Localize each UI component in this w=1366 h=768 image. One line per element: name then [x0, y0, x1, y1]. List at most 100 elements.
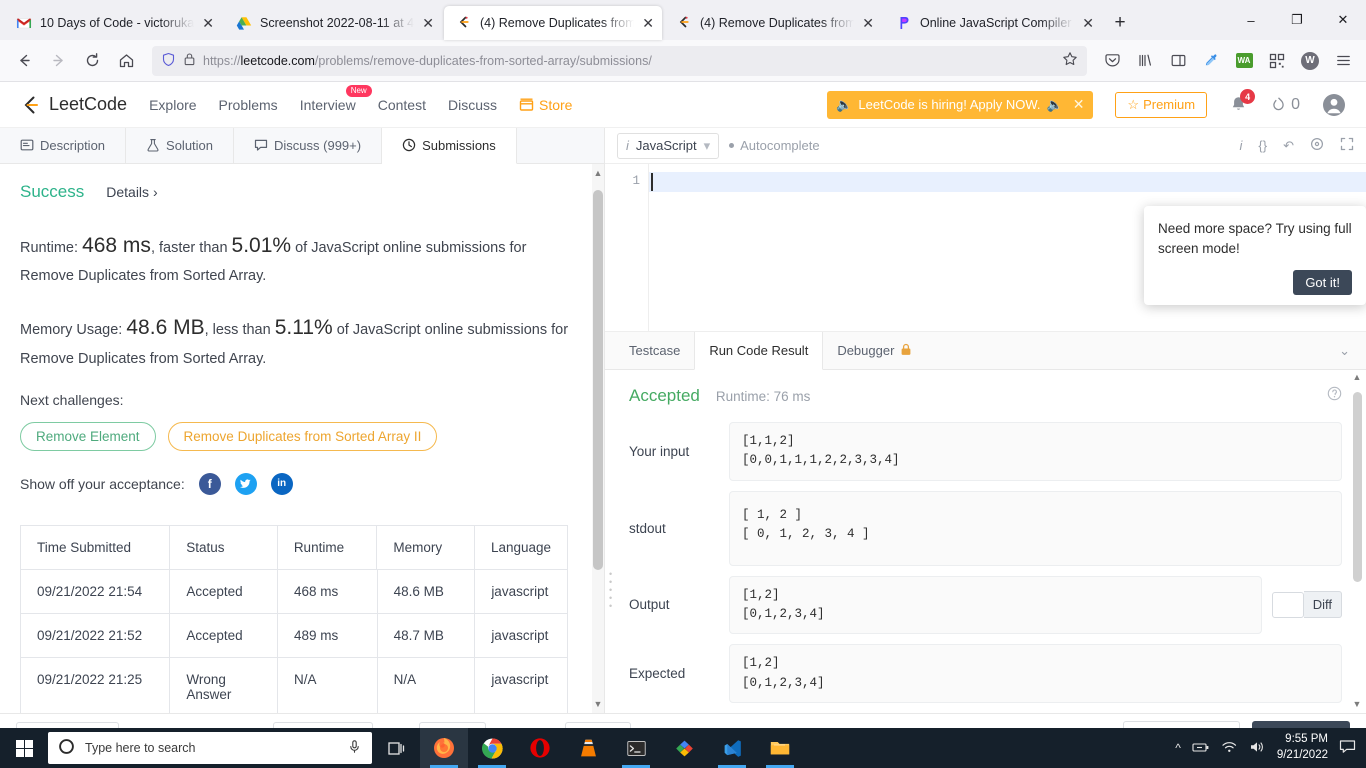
tab-close-icon[interactable]: ✕	[1082, 16, 1094, 30]
eyedropper-icon[interactable]	[1196, 46, 1226, 76]
task-view-icon[interactable]	[372, 728, 420, 768]
tab-close-icon[interactable]: ✕	[202, 16, 214, 30]
tab-close-icon[interactable]: ✕	[422, 16, 434, 30]
photos-icon[interactable]	[660, 728, 708, 768]
panel-resize-handle[interactable]: • • • • •	[609, 570, 612, 611]
nav-item-explore[interactable]: Explore	[149, 97, 196, 113]
window-close-button[interactable]: ✕	[1320, 0, 1366, 40]
battery-icon[interactable]	[1192, 740, 1210, 757]
autocomplete-toggle[interactable]: Autocomplete	[729, 138, 820, 153]
address-bar[interactable]: https://leetcode.com/problems/remove-dup…	[152, 45, 1087, 76]
home-button[interactable]	[110, 45, 142, 77]
tab-solution[interactable]: Solution	[126, 128, 235, 163]
vlc-icon[interactable]	[564, 728, 612, 768]
cell-status[interactable]: Accepted	[170, 569, 278, 613]
taskbar-clock[interactable]: 9:55 PM 9/21/2022	[1277, 732, 1328, 763]
diff-toggle-switch[interactable]	[1271, 591, 1304, 618]
tab-close-icon[interactable]: ✕	[642, 16, 654, 30]
pocket-icon[interactable]	[1097, 46, 1127, 76]
forward-button[interactable]	[42, 45, 74, 77]
premium-button[interactable]: ☆ Premium	[1115, 91, 1208, 118]
left-scrollbar-thumb[interactable]	[593, 189, 603, 570]
tab-discuss[interactable]: Discuss (999+)	[234, 128, 383, 163]
tab-description[interactable]: Description	[0, 128, 127, 163]
browser-tab[interactable]: Screenshot 2022-08-11 at 4.02.49 ✕	[224, 6, 442, 40]
chrome-icon[interactable]	[468, 728, 516, 768]
collapse-panel-button[interactable]: ⌄	[1323, 332, 1366, 369]
taskbar-search-input[interactable]: Type here to search	[48, 732, 372, 764]
reload-button[interactable]	[76, 45, 108, 77]
challenge-chip-remove-duplicates-ii[interactable]: Remove Duplicates from Sorted Array II	[167, 421, 438, 451]
browser-tab[interactable]: 10 Days of Code - victorukay@g ✕	[4, 6, 222, 40]
got-it-button[interactable]: Got it!	[1293, 270, 1352, 296]
firefox-icon[interactable]	[420, 728, 468, 768]
show-hidden-icon[interactable]: ^	[1175, 741, 1181, 755]
left-scrollbar[interactable]: ▲ ▼	[592, 163, 604, 713]
tab-close-icon[interactable]: ✕	[862, 16, 874, 30]
table-row[interactable]: 09/21/2022 21:25 Wrong Answer N/A N/A ja…	[21, 657, 567, 713]
windows-start-icon[interactable]	[0, 728, 48, 768]
settings-icon[interactable]	[1310, 137, 1324, 154]
banner-close-icon[interactable]: ✕	[1073, 96, 1085, 113]
cell-status[interactable]: Accepted	[170, 613, 278, 657]
code-editor[interactable]: 1 Need more space? Try using full screen…	[605, 164, 1366, 332]
scroll-up-arrow[interactable]: ▲	[593, 168, 603, 178]
challenge-chip-remove-element[interactable]: Remove Element	[20, 421, 156, 451]
tab-submissions[interactable]: Submissions	[382, 128, 517, 164]
hamburger-menu-icon[interactable]	[1328, 46, 1358, 76]
bookmark-star-icon[interactable]	[1062, 51, 1078, 70]
opera-icon[interactable]	[516, 728, 564, 768]
nav-item-discuss[interactable]: Discuss	[448, 97, 497, 113]
tab-debugger[interactable]: Debugger	[823, 332, 926, 369]
info-icon[interactable]: i	[1240, 138, 1243, 153]
sidebar-icon[interactable]	[1163, 46, 1193, 76]
linkedin-icon[interactable]: in	[270, 472, 293, 495]
nav-item-contest[interactable]: Contest	[378, 97, 426, 113]
notifications-button[interactable]: 4	[1229, 89, 1256, 114]
nav-item-interview[interactable]: Interview New	[300, 84, 372, 113]
browser-tab[interactable]: Online JavaScript Compiler (Edit ✕	[884, 6, 1102, 40]
notification-icon[interactable]	[1339, 739, 1356, 757]
wappalyzer-icon[interactable]: WA	[1229, 46, 1259, 76]
result-scrollbar[interactable]: ▲ ▼	[1353, 370, 1364, 713]
microphone-icon[interactable]	[347, 739, 362, 757]
hiring-banner[interactable]: 🔈 LeetCode is hiring! Apply NOW. 🔈 ✕	[827, 90, 1094, 119]
wifi-icon[interactable]	[1221, 740, 1238, 757]
nav-item-problems[interactable]: Problems	[219, 97, 278, 113]
file-explorer-icon[interactable]	[756, 728, 804, 768]
window-minimize-button[interactable]: –	[1228, 0, 1274, 40]
facebook-icon[interactable]: f	[198, 472, 221, 495]
browser-tab-active[interactable]: (4) Remove Duplicates from Sor ✕	[444, 6, 662, 40]
new-tab-button[interactable]: +	[1104, 7, 1136, 39]
result-scroll-up-arrow[interactable]: ▲	[1352, 372, 1362, 382]
library-icon[interactable]	[1130, 46, 1160, 76]
details-link[interactable]: Details ›	[106, 184, 157, 200]
volume-icon[interactable]	[1249, 740, 1266, 757]
streak-indicator[interactable]: 0	[1270, 96, 1300, 114]
back-button[interactable]	[8, 45, 40, 77]
twitter-icon[interactable]	[234, 472, 257, 495]
table-row[interactable]: 09/21/2022 21:54 Accepted 468 ms 48.6 MB…	[21, 569, 567, 614]
reset-icon[interactable]: ↶	[1283, 138, 1294, 154]
leetcode-logo[interactable]: LeetCode	[20, 94, 127, 116]
browser-tab[interactable]: (4) Remove Duplicates from Sor ✕	[664, 6, 882, 40]
tab-run-code-result[interactable]: Run Code Result	[694, 332, 824, 370]
fullscreen-icon[interactable]	[1340, 137, 1354, 154]
tab-testcase[interactable]: Testcase	[615, 332, 694, 369]
nav-item-store[interactable]: Store	[519, 97, 572, 113]
window-maximize-button[interactable]: ❐	[1274, 0, 1320, 40]
format-braces-icon[interactable]: {}	[1258, 138, 1267, 153]
language-selector[interactable]: i JavaScript ▾	[617, 132, 720, 159]
result-scrollbar-thumb[interactable]	[1353, 392, 1362, 582]
table-row[interactable]: 09/21/2022 21:52 Accepted 489 ms 48.7 MB…	[21, 613, 567, 658]
wikipedia-icon[interactable]: W	[1295, 46, 1325, 76]
user-avatar[interactable]	[1322, 93, 1346, 117]
active-line[interactable]	[649, 172, 1366, 192]
scroll-down-arrow[interactable]: ▼	[593, 699, 603, 709]
cell-status[interactable]: Wrong Answer	[170, 657, 278, 713]
diff-label[interactable]: Diff	[1303, 591, 1342, 619]
question-circle-icon[interactable]	[1327, 386, 1342, 404]
terminal-icon[interactable]	[612, 728, 660, 768]
diff-control[interactable]: Diff	[1271, 591, 1342, 619]
qr-code-icon[interactable]	[1262, 46, 1292, 76]
